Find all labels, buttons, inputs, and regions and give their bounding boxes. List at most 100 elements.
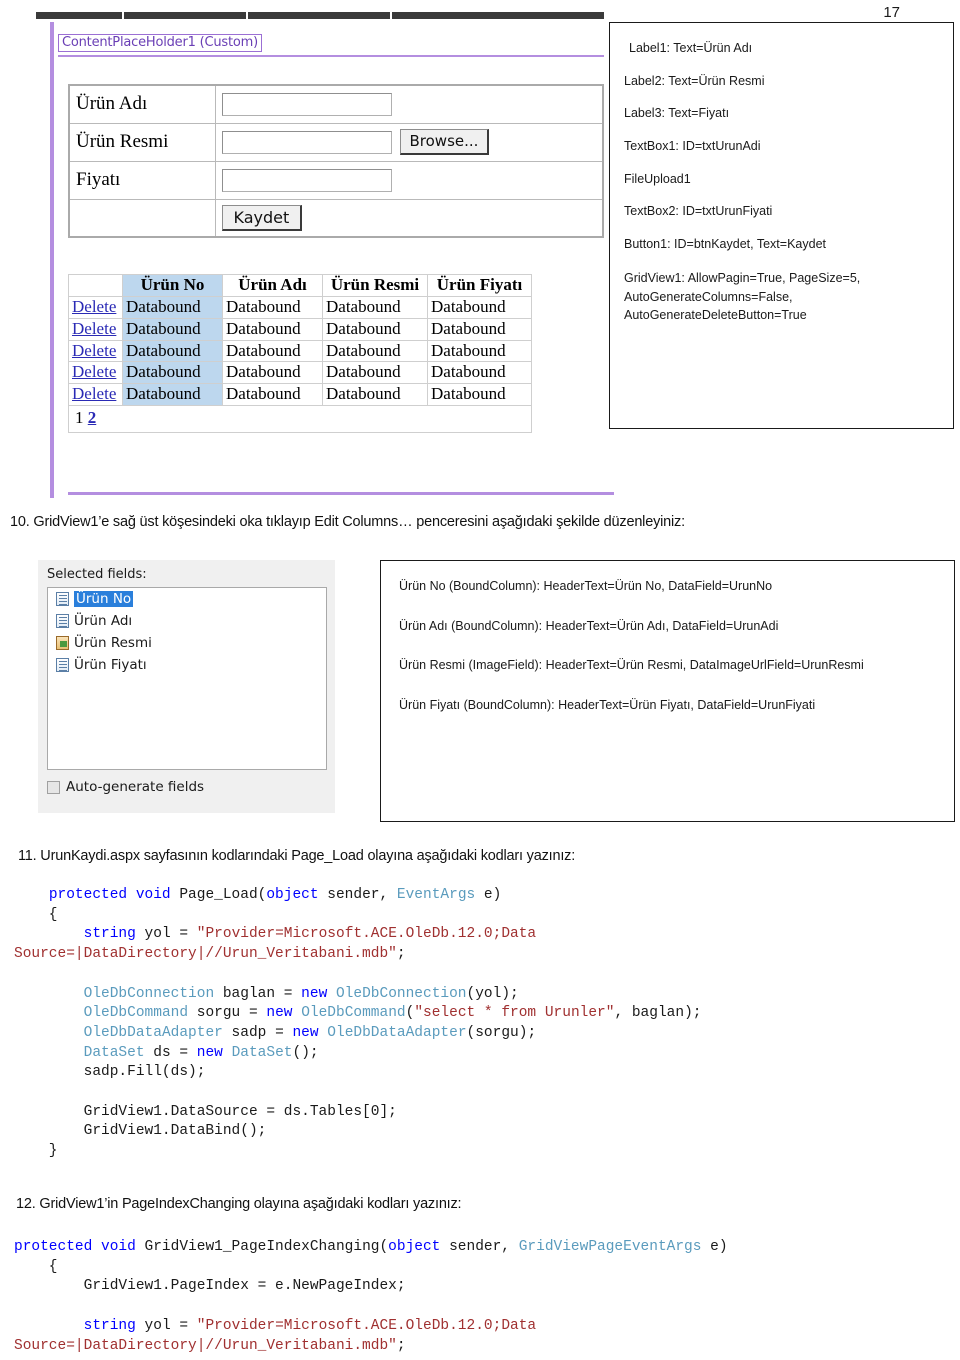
auto-generate-label: Auto-generate fields [66,779,205,795]
code-token: sender, [318,887,397,903]
browse-button[interactable]: Browse... [399,129,490,155]
label-urun-resmi: Ürün Resmi [68,122,216,162]
code-token: yol = [135,926,197,943]
gridview-cell: Databound [427,295,532,319]
urun-adi-textbox[interactable] [221,92,392,116]
label-urun-adi: Ürün Adı [68,84,216,124]
gridview-cell: Databound [322,361,428,385]
step-10-text: 10. GridView1’e sağ üst köşesindeki oka … [10,514,685,530]
delete-link[interactable]: Delete [72,297,116,316]
code-token: string [83,1317,136,1334]
code-token: string [83,926,136,943]
code-block-page-index-changing: protected void GridView1_PageIndexChangi… [14,1238,728,1356]
gridview-delete-cell[interactable]: Delete [68,339,123,363]
code-token: , baglan); [614,1005,702,1022]
list-item[interactable]: Ürün Fiyatı [48,654,326,676]
code-token: baglan = [214,985,302,1002]
content-placeholder-underline [58,55,604,57]
gridview-cell: Databound [122,317,223,341]
cell-kaydet-button: Kaydet [214,198,604,238]
table-row: Ürün Resmi Browse... [68,122,604,162]
gridview-delete-cell[interactable]: Delete [68,317,123,341]
field-label: Ürün No [74,591,134,607]
code-token: ; [396,946,406,963]
gridview-pager-row: 1 2 [68,405,532,433]
code-token: (yol); [466,985,519,1002]
document-page: 17 ContentPlaceHolder1 (Custom) Ürün Adı… [0,0,960,1360]
note-line: Label1: Text=Ürün Adı [629,41,753,55]
content-placeholder-tag: ContentPlaceHolder1 (Custom) [58,34,262,52]
product-form-table: Ürün Adı Ürün Resmi Browse... Fiyatı Kay… [68,84,604,238]
kaydet-button[interactable]: Kaydet [221,204,303,231]
gridview-cell: Databound [222,339,323,363]
content-placeholder-region: ContentPlaceHolder1 (Custom) Ürün Adı Ür… [50,22,614,498]
code-token: DataSet [231,1044,293,1061]
pager-page-2[interactable]: 2 [88,408,97,427]
code-token: GridView1_PageIndexChanging( [144,1239,389,1255]
code-token: ; [396,1337,406,1354]
note-line: Label3: Text=Fiyatı [624,106,730,121]
selected-fields-label: Selected fields: [47,567,147,582]
gridview-header: Ürün Resmi [322,274,428,297]
list-item[interactable]: Ürün No [48,588,326,610]
delete-link[interactable]: Delete [72,319,116,338]
fileupload-textbox[interactable] [221,130,392,154]
bound-column-icon [56,614,69,628]
auto-generate-checkbox[interactable] [47,780,60,794]
code-token: sorgu = [188,1005,267,1022]
gridview-cell: Databound [222,295,323,319]
gridview-cell: Databound [322,295,428,319]
delete-link[interactable]: Delete [72,362,116,381]
note-line: Ürün No (BoundColumn): HeaderText=Ürün N… [399,579,773,593]
content-placeholder-bottom-line [68,492,614,495]
gridview-cell: Databound [427,361,532,385]
gridview-header [68,274,123,297]
table-row: Kaydet [68,198,604,238]
code-token: object [266,887,319,903]
note-line: Label2: Text=Ürün Resmi [624,73,765,88]
gridview-cell: Databound [122,383,223,407]
designer-screenshot: ContentPlaceHolder1 (Custom) Ürün Adı Ür… [36,12,614,498]
note-line-gridview: GridView1: AllowPagin=True, PageSize=5, … [624,271,861,322]
gridview-cell: Databound [122,361,223,385]
code-token: OleDbConnection [335,985,467,1002]
code-token: protected void [14,1239,145,1255]
field-label: Ürün Adı [74,613,133,629]
note-line: FileUpload1 [624,171,691,186]
table-row: Delete Databound Databound Databound Databou… [68,361,532,385]
auto-generate-fields-row[interactable]: Auto-generate fields [47,779,204,795]
gridview-delete-cell[interactable]: Delete [68,295,123,319]
code-token: } [14,1143,58,1160]
list-item[interactable]: Ürün Adı [48,610,326,632]
gridview-cell: Databound [322,317,428,341]
gridview-delete-cell[interactable]: Delete [68,361,123,385]
gridview-cell: Databound [222,383,323,407]
delete-link[interactable]: Delete [72,384,116,403]
delete-link[interactable]: Delete [72,341,116,360]
gridview-header: Ürün Fiyatı [427,274,532,297]
pager-page-1: 1 [75,408,84,428]
urun-fiyati-textbox[interactable] [221,168,392,192]
code-token: e) [710,1239,728,1255]
list-item[interactable]: Ürün Resmi [48,632,326,654]
control-properties-note: Label1: Text=Ürün Adı Label2: Text=Ürün … [609,22,954,429]
code-token: ds = [144,1044,197,1061]
code-token: OleDbConnection [83,985,215,1002]
note-line: Ürün Fiyatı (BoundColumn): HeaderText=Ür… [399,697,816,712]
table-row: Fiyatı [68,160,604,200]
gridview-cell: Databound [122,339,223,363]
gridview-delete-cell[interactable]: Delete [68,383,123,407]
cell-fiyati-input [214,160,604,200]
note-line: TextBox1: ID=txtUrunAdi [624,138,761,153]
gridview-cell: Databound [427,383,532,407]
selected-fields-list[interactable]: Ürün No Ürün Adı Ürün Resmi Ürün Fiyatı [47,587,327,770]
code-token: new [196,1044,223,1061]
